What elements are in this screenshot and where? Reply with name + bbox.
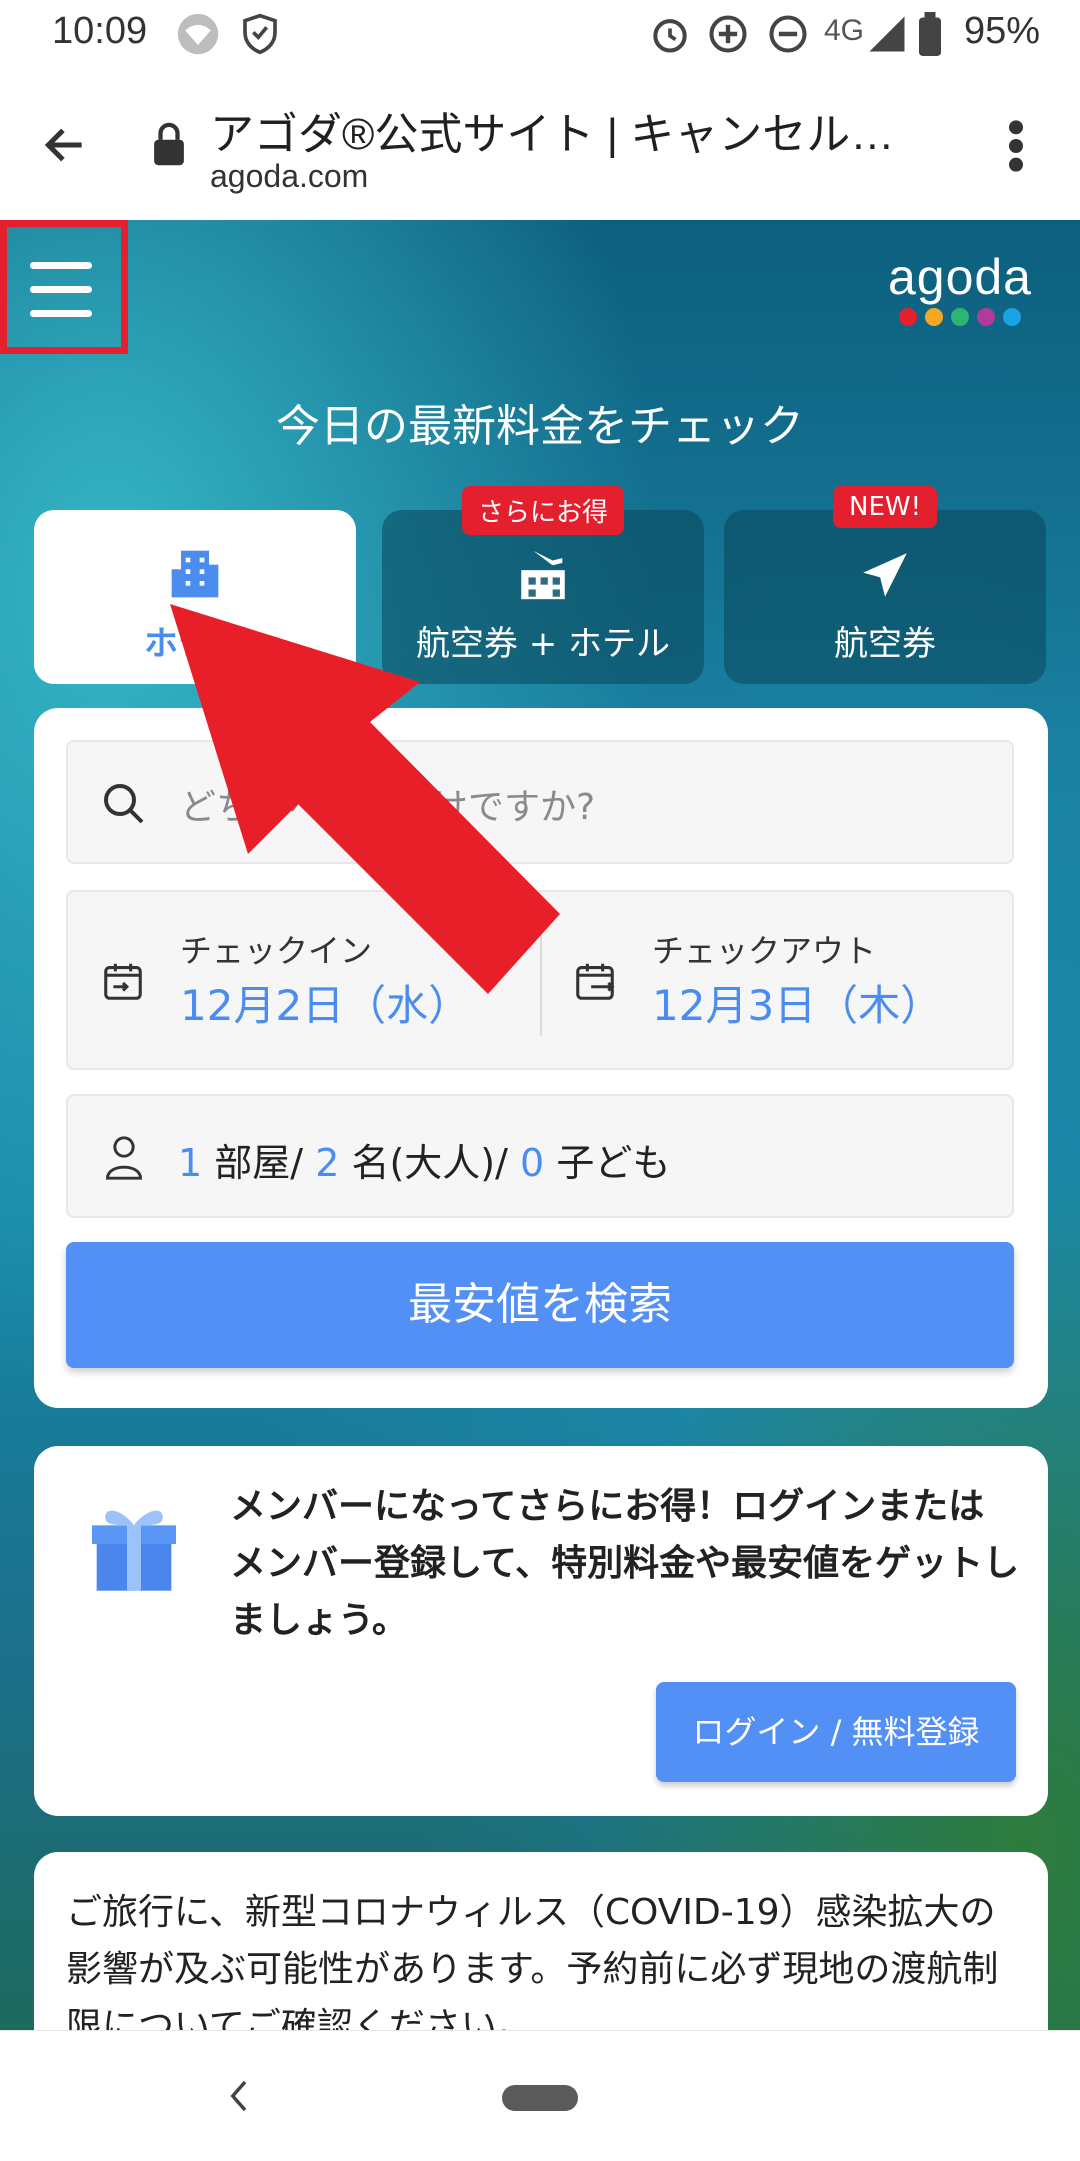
covid-notice-card: ご旅行に、新型コロナウィルス（COVID-19）感染拡大の影響が及ぶ可能性があり… [34, 1852, 1048, 2030]
logo-text: agoda [887, 249, 1032, 305]
status-time: 10:09 [52, 10, 148, 52]
logo-dot [1002, 308, 1021, 326]
nav-back-icon[interactable] [220, 2075, 256, 2117]
logo-dot [898, 308, 917, 326]
network-type: 4G [824, 14, 865, 47]
adults-count: 2 [315, 1141, 340, 1185]
search-icon [104, 784, 144, 824]
logo-dots [888, 308, 1032, 326]
page-title[interactable]: アゴダ®公式サイト | キャンセル無料の格安ホテル予約 [210, 98, 930, 162]
children-count: 0 [520, 1141, 545, 1185]
logo-dot [924, 308, 943, 326]
checkout-date[interactable]: 12月3日（木） [652, 972, 942, 1033]
plane-icon [863, 553, 907, 597]
covid-notice-text: ご旅行に、新型コロナウィルス（COVID-19）感染拡大の影響が及ぶ可能性があり… [66, 1892, 999, 2030]
page-hero: agoda 今日の最新料金をチェック ホテル さらにお得 航空券 + ホテル [0, 220, 1080, 2030]
shield-icon [243, 13, 277, 55]
more-vert-icon[interactable] [1006, 118, 1026, 174]
red-annotation-arrow [170, 604, 560, 994]
status-bar: 10:09 4G 95% [0, 0, 1080, 68]
battery-icon [919, 12, 941, 56]
logo-dot [976, 308, 995, 326]
back-arrow-icon[interactable] [40, 120, 90, 170]
rooms-count: 1 [178, 1141, 203, 1185]
hero-title: 今日の最新料金をチェック [276, 401, 804, 452]
login-register-button[interactable]: ログイン / 無料登録 [656, 1682, 1016, 1782]
flight-hotel-icon [521, 550, 565, 600]
gift-icon [92, 1510, 176, 1591]
menu-highlight-box [0, 220, 128, 354]
guests-summary: 1 部屋/ 2 名(大人)/ 0 子ども [178, 1132, 670, 1187]
page-url[interactable]: agoda.com [210, 158, 368, 195]
tab-flight-label: 航空券 [834, 624, 936, 664]
adults-unit: 名(大人)/ [351, 1141, 508, 1185]
battery-percent: 95% [963, 10, 1040, 52]
alarm-icon [653, 19, 687, 53]
nav-home-pill[interactable] [502, 2085, 578, 2111]
calendar-checkin-icon [104, 963, 142, 1000]
member-promo-card: メンバーになってさらにお得！ログインまたはメンバー登録して、特別料金や最安値をゲ… [34, 1446, 1048, 1816]
rooms-unit: 部屋/ [214, 1141, 304, 1185]
search-button[interactable]: 最安値を検索 [66, 1242, 1014, 1368]
logo-dot [950, 308, 969, 326]
signal-icon [869, 16, 905, 52]
person-icon [106, 1136, 142, 1180]
tab-flight[interactable]: NEW! 航空券 [724, 486, 1046, 684]
hotel-building-icon [171, 550, 219, 598]
checkout-label: チェックアウト [652, 932, 877, 970]
dnd-icon [769, 15, 807, 53]
guests-field[interactable]: 1 部屋/ 2 名(大人)/ 0 子ども [66, 1094, 1014, 1218]
children-unit: 子ども [556, 1141, 671, 1185]
lock-icon [154, 122, 184, 166]
tab-badge: NEW! [832, 486, 938, 528]
browser-toolbar: アゴダ®公式サイト | キャンセル無料の格安ホテル予約 agoda.com [0, 68, 1080, 221]
wifi-icon [177, 13, 219, 55]
data-saver-icon [709, 15, 747, 53]
agoda-logo[interactable]: agoda [888, 248, 1032, 326]
android-nav-bar [0, 2030, 1080, 2161]
member-promo-text: メンバーになってさらにお得！ログインまたはメンバー登録して、特別料金や最安値をゲ… [230, 1486, 1020, 1641]
tab-badge: さらにお得 [461, 486, 625, 535]
